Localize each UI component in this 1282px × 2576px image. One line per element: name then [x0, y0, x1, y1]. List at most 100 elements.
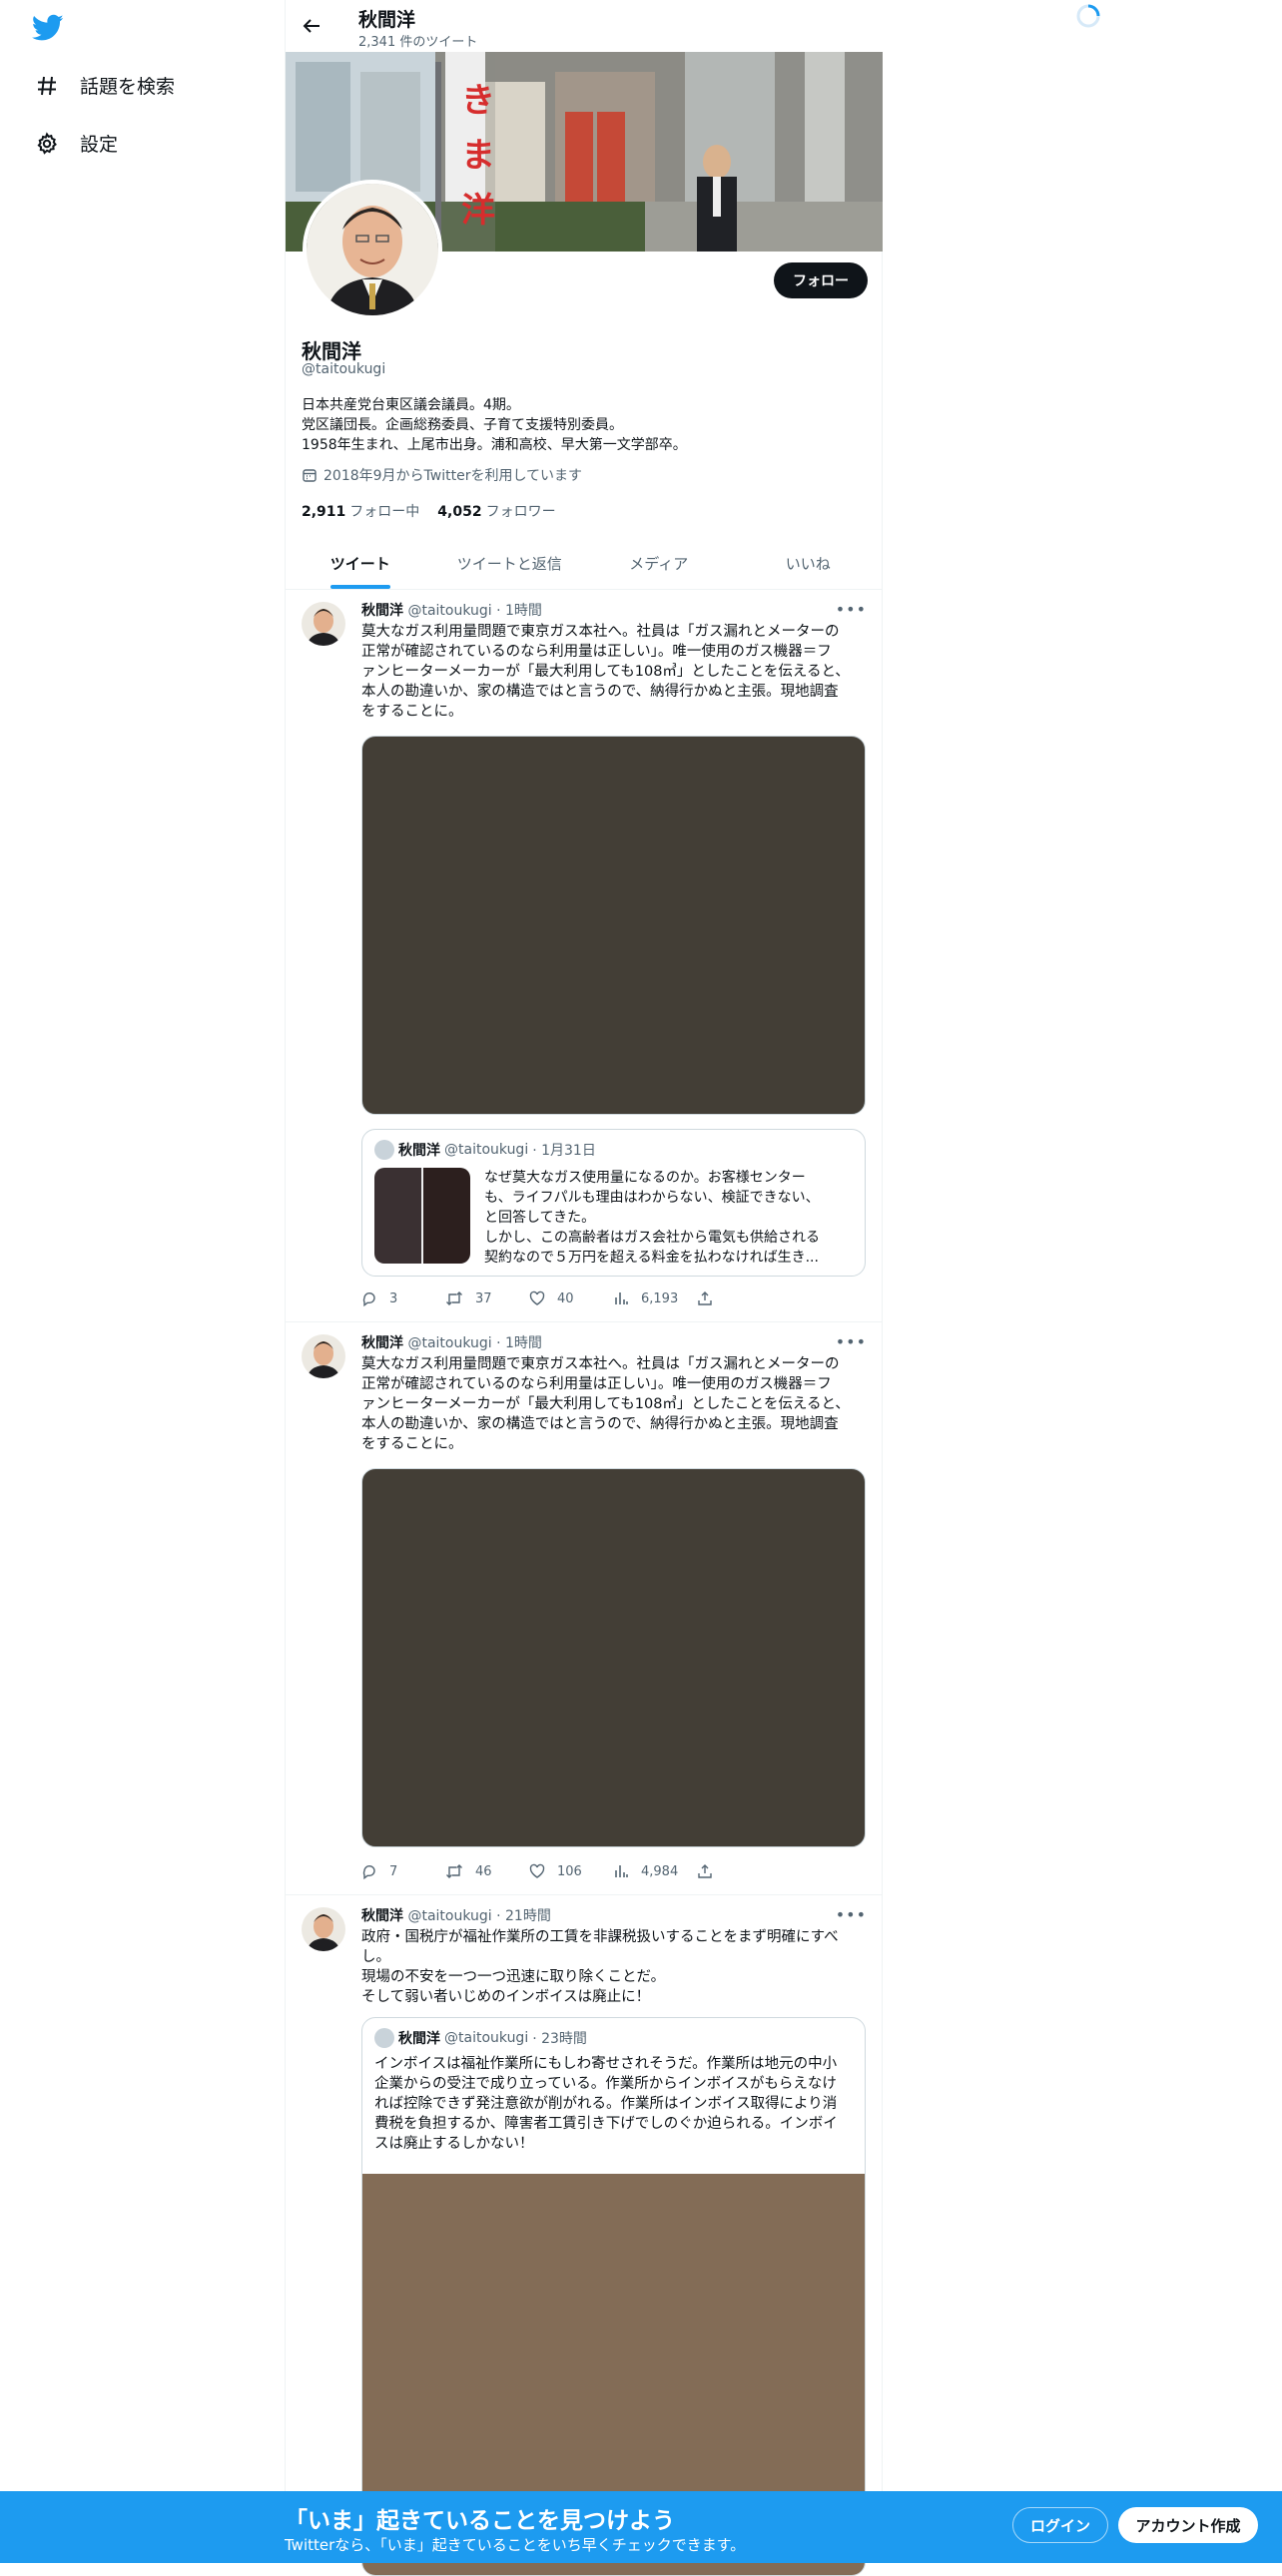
tweet-author-name[interactable]: 秋間洋: [361, 603, 403, 619]
tweet-text-line: 現場の不安を一つ一つ迅速に取り除くことだ。: [361, 1969, 666, 1985]
quoted-tweet[interactable]: 秋間洋 @taitoukugi · 1月31日 なぜ莫大なガス使用量になるのか。…: [361, 1129, 866, 1277]
tweet-avatar[interactable]: [302, 1334, 345, 1378]
tweet-card[interactable]: 秋間洋 @taitoukugi · 1時間 ••• 莫大なガス利用量問題で東京ガ…: [286, 1322, 883, 1895]
tab-media[interactable]: メディア: [584, 537, 734, 589]
quoted-text-line: れば控除できず発注意欲が削がれる。作業所はインボイス取得により消: [374, 2096, 838, 2112]
tweet-text-line: 本人の勘違いか、家の構造ではと言うので、納得行かぬと主張。現地調査: [361, 684, 839, 700]
sidebar-item-label: 話題を検索: [80, 76, 176, 98]
sidebar: 話題を検索 設定: [0, 0, 285, 2563]
bio-line: 日本共産党台東区議会議員。4期。: [302, 397, 520, 413]
retweet-count: 37: [475, 1290, 492, 1306]
tweet-text-line: し。: [361, 1949, 390, 1965]
tweet-time[interactable]: · 1時間: [496, 603, 542, 619]
tweet-text: 莫大なガス利用量問題で東京ガス本社へ。社員は「ガス漏れとメーターの 正常が確認さ…: [361, 622, 871, 722]
views-button[interactable]: 6,193: [613, 1290, 697, 1306]
share-icon: [698, 1864, 712, 1878]
tweet-text-line: をすることに。: [361, 704, 463, 720]
like-button[interactable]: 106: [529, 1863, 613, 1879]
tab-label: ツイートと返信: [456, 554, 562, 573]
quoted-text-line: 費税を負担するか、障害者工賃引き下げでしのぐか迫られる。インボイ: [374, 2116, 838, 2132]
quoted-text-line: も、ライフパルも理由はわからない、検証できない、: [484, 1190, 820, 1206]
hashtag-icon: [34, 73, 60, 99]
tweet-author-name[interactable]: 秋間洋: [361, 1335, 403, 1351]
retweet-button[interactable]: 37: [445, 1290, 529, 1306]
quoted-tweet-avatar: [374, 1140, 394, 1160]
reply-count: 3: [389, 1290, 398, 1306]
share-button[interactable]: [697, 1863, 781, 1879]
tab-tweets-and-replies[interactable]: ツイートと返信: [435, 537, 585, 589]
tab-label: メディア: [629, 554, 689, 573]
tweet-media[interactable]: [361, 736, 866, 1115]
tweet-text-line: ァンヒーターメーカーが「最大利用しても108㎥」としたことを伝えると、: [361, 664, 850, 680]
heart-icon: [529, 1863, 545, 1878]
tweet-card[interactable]: 秋間洋 @taitoukugi · 21時間 ••• 政府・国税庁が福祉作業所の…: [286, 1895, 883, 2576]
tweet-avatar[interactable]: [302, 1907, 345, 1951]
tweet-text: 政府・国税庁が福祉作業所の工賃を非課税扱いすることをまず明確にすべ し。 現場の…: [361, 1927, 871, 2007]
create-account-button[interactable]: アカウント作成: [1118, 2507, 1258, 2543]
sidebar-item-settings[interactable]: 設定: [34, 130, 118, 157]
svg-text:洋: 洋: [461, 191, 495, 231]
retweet-button[interactable]: 46: [445, 1863, 529, 1879]
quoted-tweet-time: · 23時間: [532, 2031, 587, 2047]
tweet-text-line: そして弱い者いじめのインボイスは廃止に！: [361, 1989, 651, 2005]
quoted-text-line: スは廃止するしかない！: [374, 2136, 534, 2152]
view-count: 4,984: [641, 1863, 679, 1879]
tweet-text-line: 正常が確認されているのなら利用量は正しい」。唯一使用のガス機器＝フ: [361, 1376, 832, 1392]
bio-line: 1958年生まれ、上尾市出身。浦和高校、早大第一文学部卒。: [302, 437, 687, 453]
tweet-time[interactable]: · 1時間: [496, 1335, 542, 1351]
tweet-author-name[interactable]: 秋間洋: [361, 1908, 403, 1924]
tweet-text-line: をすることに。: [361, 1436, 463, 1452]
twitter-logo-icon[interactable]: [31, 14, 64, 42]
follow-button[interactable]: フォロー: [774, 262, 868, 298]
quoted-text-line: 企業からの受注で成り立っている。作業所からインボイスがもらえなけ: [374, 2076, 837, 2092]
profile-name: 秋間洋: [302, 339, 361, 363]
joined-text: 2018年9月からTwitterを利用しています: [323, 468, 583, 484]
more-options-icon[interactable]: •••: [836, 1905, 867, 1924]
profile-avatar[interactable]: [303, 180, 442, 319]
tweet-media[interactable]: [361, 1468, 866, 1847]
profile-header-bar: 秋間洋 2,341 件のツイート: [286, 0, 883, 52]
profile-tabs: ツイート ツイートと返信 メディア いいね: [286, 537, 883, 590]
like-count: 40: [557, 1290, 574, 1306]
retweet-icon: [446, 1291, 462, 1305]
quoted-text-line: しかし、この高齢者はガス会社から電気も供給される: [484, 1230, 820, 1246]
sidebar-item-explore[interactable]: 話題を検索: [34, 72, 175, 99]
quoted-author-handle: @taitoukugi: [444, 2030, 529, 2046]
tweet-time[interactable]: · 21時間: [496, 1908, 551, 1924]
more-options-icon[interactable]: •••: [836, 1332, 867, 1351]
tweet-author-handle[interactable]: @taitoukugi: [407, 603, 491, 619]
like-button[interactable]: 40: [529, 1290, 613, 1306]
share-icon: [698, 1291, 712, 1305]
more-options-icon[interactable]: •••: [836, 600, 867, 619]
back-arrow-icon[interactable]: [300, 14, 323, 38]
tweet-actions: 7 46 106 4,984: [361, 1863, 781, 1879]
tweet-author-handle[interactable]: @taitoukugi: [407, 1908, 491, 1924]
gear-icon: [34, 131, 60, 157]
bio-line: 党区議団長。企画総務委員、子育て支援特別委員。: [302, 417, 623, 433]
svg-text:ま: ま: [461, 136, 495, 176]
tab-likes[interactable]: いいね: [734, 537, 884, 589]
active-tab-indicator: [329, 585, 390, 589]
tweet-text-line: 莫大なガス利用量問題で東京ガス本社へ。社員は「ガス漏れとメーターの: [361, 1356, 840, 1372]
login-button[interactable]: ログイン: [1012, 2507, 1108, 2543]
tab-label: いいね: [785, 554, 831, 573]
quoted-tweet-text: なぜ莫大なガス使用量になるのか。お客様センター も、ライフパルも理由はわからない…: [484, 1168, 820, 1268]
tweet-text-line: 莫大なガス利用量問題で東京ガス本社へ。社員は「ガス漏れとメーターの: [361, 624, 840, 640]
tweet-card[interactable]: 秋間洋 @taitoukugi · 1時間 ••• 莫大なガス利用量問題で東京ガ…: [286, 590, 883, 1322]
reply-icon: [362, 1292, 375, 1306]
reply-button[interactable]: 7: [361, 1863, 445, 1879]
profile-handle: @taitoukugi: [302, 361, 386, 377]
tweet-avatar[interactable]: [302, 602, 345, 646]
share-button[interactable]: [697, 1290, 781, 1306]
header-name: 秋間洋: [358, 9, 416, 31]
tweet-text-line: 正常が確認されているのなら利用量は正しい」。唯一使用のガス機器＝フ: [361, 644, 832, 660]
reply-button[interactable]: 3: [361, 1290, 445, 1306]
retweet-icon: [446, 1864, 462, 1878]
tweet-author-handle[interactable]: @taitoukugi: [407, 1335, 491, 1351]
quoted-tweet-text: インボイスは福祉作業所にもしわ寄せされそうだ。作業所は地元の中小 企業からの受注…: [374, 2054, 838, 2154]
tab-tweets[interactable]: ツイート: [286, 537, 435, 589]
following-link[interactable]: 2,911 フォロー中: [302, 501, 419, 521]
svg-text:き: き: [461, 81, 495, 121]
followers-link[interactable]: 4,052 フォロワー: [437, 501, 555, 521]
views-button[interactable]: 4,984: [613, 1863, 697, 1879]
